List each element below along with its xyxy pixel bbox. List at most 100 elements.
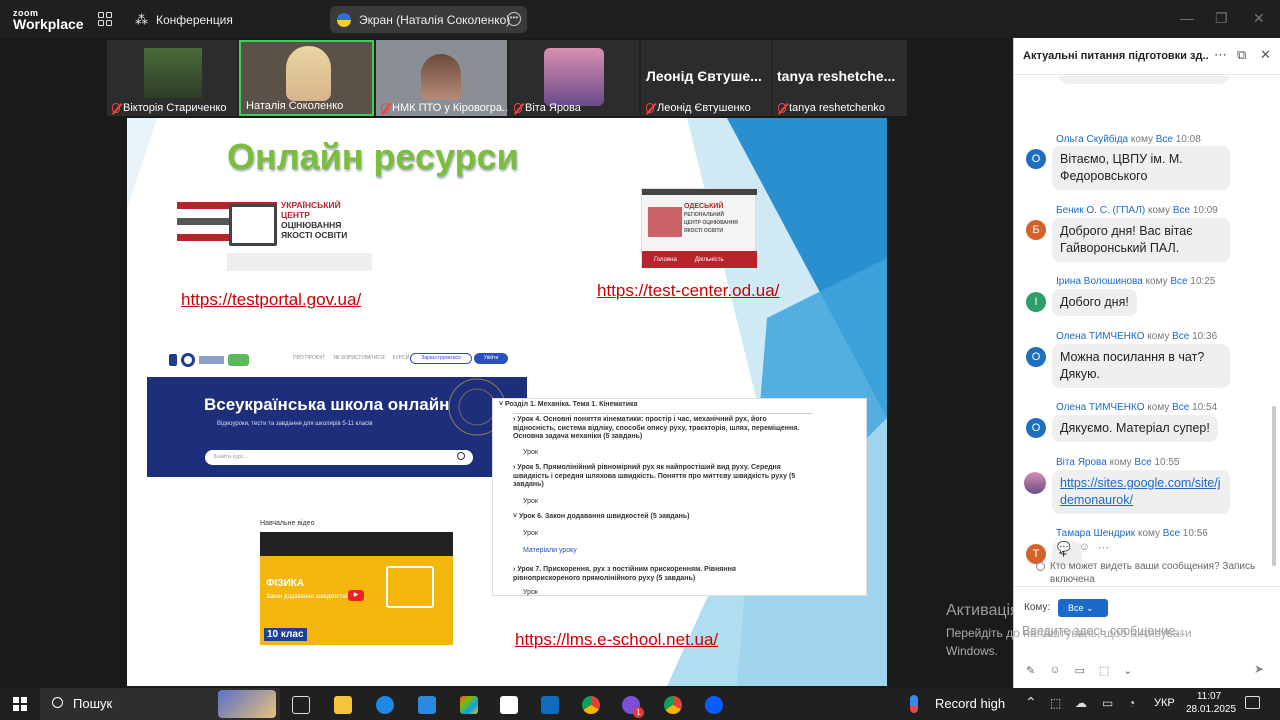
mic-muted-icon	[112, 103, 120, 113]
participant-name: Віта Ярова	[525, 102, 581, 114]
app-logo: Workplace	[13, 16, 84, 32]
clock[interactable]: 11:07 28.01.2025	[1186, 690, 1236, 716]
close-icon[interactable]: ✕	[1253, 10, 1265, 27]
avatar-photo	[1024, 472, 1046, 494]
minimize-icon[interactable]: —	[1180, 10, 1194, 26]
lms-lesson-sub: Урок	[523, 449, 538, 456]
outlook-icon[interactable]	[541, 696, 559, 714]
copilot-icon[interactable]	[460, 696, 478, 714]
maximize-icon[interactable]: ❐	[1215, 10, 1228, 27]
more-icon[interactable]: ⋯	[1214, 47, 1227, 63]
mic-muted-icon	[381, 103, 389, 113]
edge-icon[interactable]	[376, 696, 394, 714]
message-header: Віта Ярова кому Все 10:55	[1056, 457, 1180, 468]
chrome-icon[interactable]	[582, 696, 600, 714]
search-icon	[52, 697, 63, 708]
emoji-icon[interactable]: ☺	[1049, 664, 1060, 677]
participant-video	[144, 48, 202, 98]
participant-video	[286, 46, 331, 101]
store-icon[interactable]	[500, 696, 518, 714]
online-school-screenshot: ПРО ПРОЄКТ ЯК КОРИСТУВАТИСЯ КУРСИ Зареєс…	[147, 350, 527, 478]
chevron-down-icon: ⌄	[1086, 603, 1094, 613]
thermometer-icon	[910, 695, 918, 713]
participant-tile[interactable]: tanya reshetche... tanya reshetchenko	[773, 40, 907, 116]
reply-icon[interactable]: 💬	[1057, 541, 1071, 554]
search-highlight-image	[218, 690, 276, 718]
play-icon: ▶	[348, 590, 364, 601]
notification-badge: 1	[633, 707, 644, 718]
odesa-line: РЕГІОНАЛЬНИЙ	[684, 212, 724, 218]
mic-muted-icon	[778, 103, 786, 113]
video-grade: 10 клас	[264, 628, 307, 641]
mic-muted-icon	[646, 103, 654, 113]
participant-tile[interactable]: Леонід Євтуше... Леонід Євтушенко	[641, 40, 771, 116]
close-chat-icon[interactable]: ✕	[1260, 47, 1271, 63]
notifications-icon[interactable]	[1245, 696, 1260, 709]
language-indicator[interactable]: УКР	[1154, 697, 1175, 709]
weather-text[interactable]: Record high	[935, 696, 1005, 711]
zoom-icon[interactable]	[705, 696, 723, 714]
send-icon[interactable]: ➤	[1254, 662, 1264, 676]
shared-slide: Онлайн ресурси УКРАЇНСЬКИЙ ЦЕНТР ОЦІНЮВА…	[127, 118, 887, 686]
wifi-icon[interactable]: ◔	[1128, 696, 1135, 710]
participant-tile[interactable]: НМК ПТО у Кіровогра...	[376, 40, 511, 116]
message-bubble: Доброго дня! Вас вітає Гайворонський ПАЛ…	[1052, 218, 1230, 262]
building-icon	[648, 207, 682, 237]
participant-tile-active[interactable]: Наталія Соколенко	[239, 40, 374, 116]
avatar: Б	[1026, 220, 1046, 240]
video-topic: Закон додавання швидкостей	[266, 594, 349, 600]
odesa-line: ЦЕНТР ОЦІНЮВАННЯ	[684, 220, 738, 226]
message-link[interactable]: https://sites.google.com/site/jdemonauro…	[1052, 470, 1230, 514]
file-explorer-icon[interactable]	[334, 696, 352, 714]
message-header: Беник О. С. (ГПАЛ) кому Все 10:09	[1056, 205, 1218, 216]
app-icon[interactable]	[418, 696, 436, 714]
message-bubble: Дякуємо. Матеріал супер!	[1052, 415, 1218, 442]
recipient-dropdown[interactable]: Все ⌄	[1058, 599, 1108, 617]
link-test-center: https://test-center.od.ua/	[597, 281, 780, 300]
tray-icon[interactable]: ⬚	[1050, 696, 1061, 710]
file-icon[interactable]: ▭	[1074, 664, 1084, 677]
conference-menu[interactable]: ⁂ Конференция	[135, 10, 233, 30]
watermark-text: Перейдіть до налаштувань, щоб активувати…	[946, 624, 1226, 660]
link-lms: https://lms.e-school.net.ua/	[515, 630, 719, 649]
chevron-down-icon[interactable]: ⌄	[1123, 664, 1132, 677]
participant-tile[interactable]: Віта Ярова	[509, 40, 639, 116]
screen-share-label: Экран (Наталія Соколенко)	[359, 12, 511, 27]
participant-tile[interactable]: Вікторія Стариченко	[107, 40, 237, 116]
chrome-icon-2[interactable]	[664, 696, 682, 714]
emoji-react-icon[interactable]: ☺	[1079, 541, 1090, 554]
viber-icon[interactable]: 1	[622, 696, 644, 718]
privacy-note: Кто может видеть ваши сообщения? Запись …	[1036, 560, 1276, 586]
taskbar-search[interactable]: Пошук	[40, 688, 280, 720]
screen-share-pill[interactable]: Экран (Наталія Соколенко) •••	[330, 6, 527, 33]
chevron-up-icon[interactable]: ⌃	[1025, 694, 1037, 711]
chat-header: Актуальні питання підготовки зд... ⋯ ⧉ ✕	[1014, 38, 1280, 75]
slide-title: Онлайн ресурси	[227, 136, 519, 177]
more-actions-icon[interactable]: ⋯	[1098, 541, 1109, 554]
chat-messages[interactable]: Ольга Скуйбіда кому Все 10:08 О Вітаємо,…	[1014, 76, 1280, 566]
avatar: І	[1026, 292, 1046, 312]
chat-scrollbar[interactable]	[1272, 406, 1276, 566]
lms-lesson-sub: Урок	[523, 589, 538, 596]
format-icon[interactable]: ✎	[1026, 664, 1035, 677]
screenshot-icon[interactable]: ⬚	[1099, 664, 1109, 677]
windows-start-icon[interactable]	[13, 697, 27, 711]
reaction-toolbar: 💬 ☺ ⋯	[1057, 541, 1109, 554]
conference-icon: ⁂	[135, 12, 148, 27]
grid-icon[interactable]	[98, 12, 112, 26]
message-header: Ірина Волошинова кому Все 10:25	[1056, 276, 1216, 287]
more-options-icon[interactable]: •••	[507, 12, 521, 26]
recipient-value: Все	[1068, 603, 1084, 613]
participant-name: Вікторія Стариченко	[123, 102, 227, 114]
cloud-icon[interactable]: ☁	[1075, 696, 1087, 710]
book-icon	[229, 204, 277, 246]
title-bar: zoom Workplace ⁂ Конференция Экран (Ната…	[0, 0, 1280, 38]
task-view-icon[interactable]	[292, 696, 310, 714]
participant-name: Леонід Євтушенко	[657, 102, 751, 114]
school-nav-item: ЯК КОРИСТУВАТИСЯ	[333, 355, 385, 361]
ucoqo-logo: УКРАЇНСЬКИЙ ЦЕНТР ОЦІНЮВАННЯ ЯКОСТІ ОСВІ…	[177, 198, 372, 273]
ucoqo-line: ЦЕНТР	[281, 210, 310, 220]
battery-icon[interactable]: ▭	[1102, 696, 1113, 710]
popout-icon[interactable]: ⧉	[1237, 47, 1246, 63]
mic-muted-icon	[514, 103, 522, 113]
